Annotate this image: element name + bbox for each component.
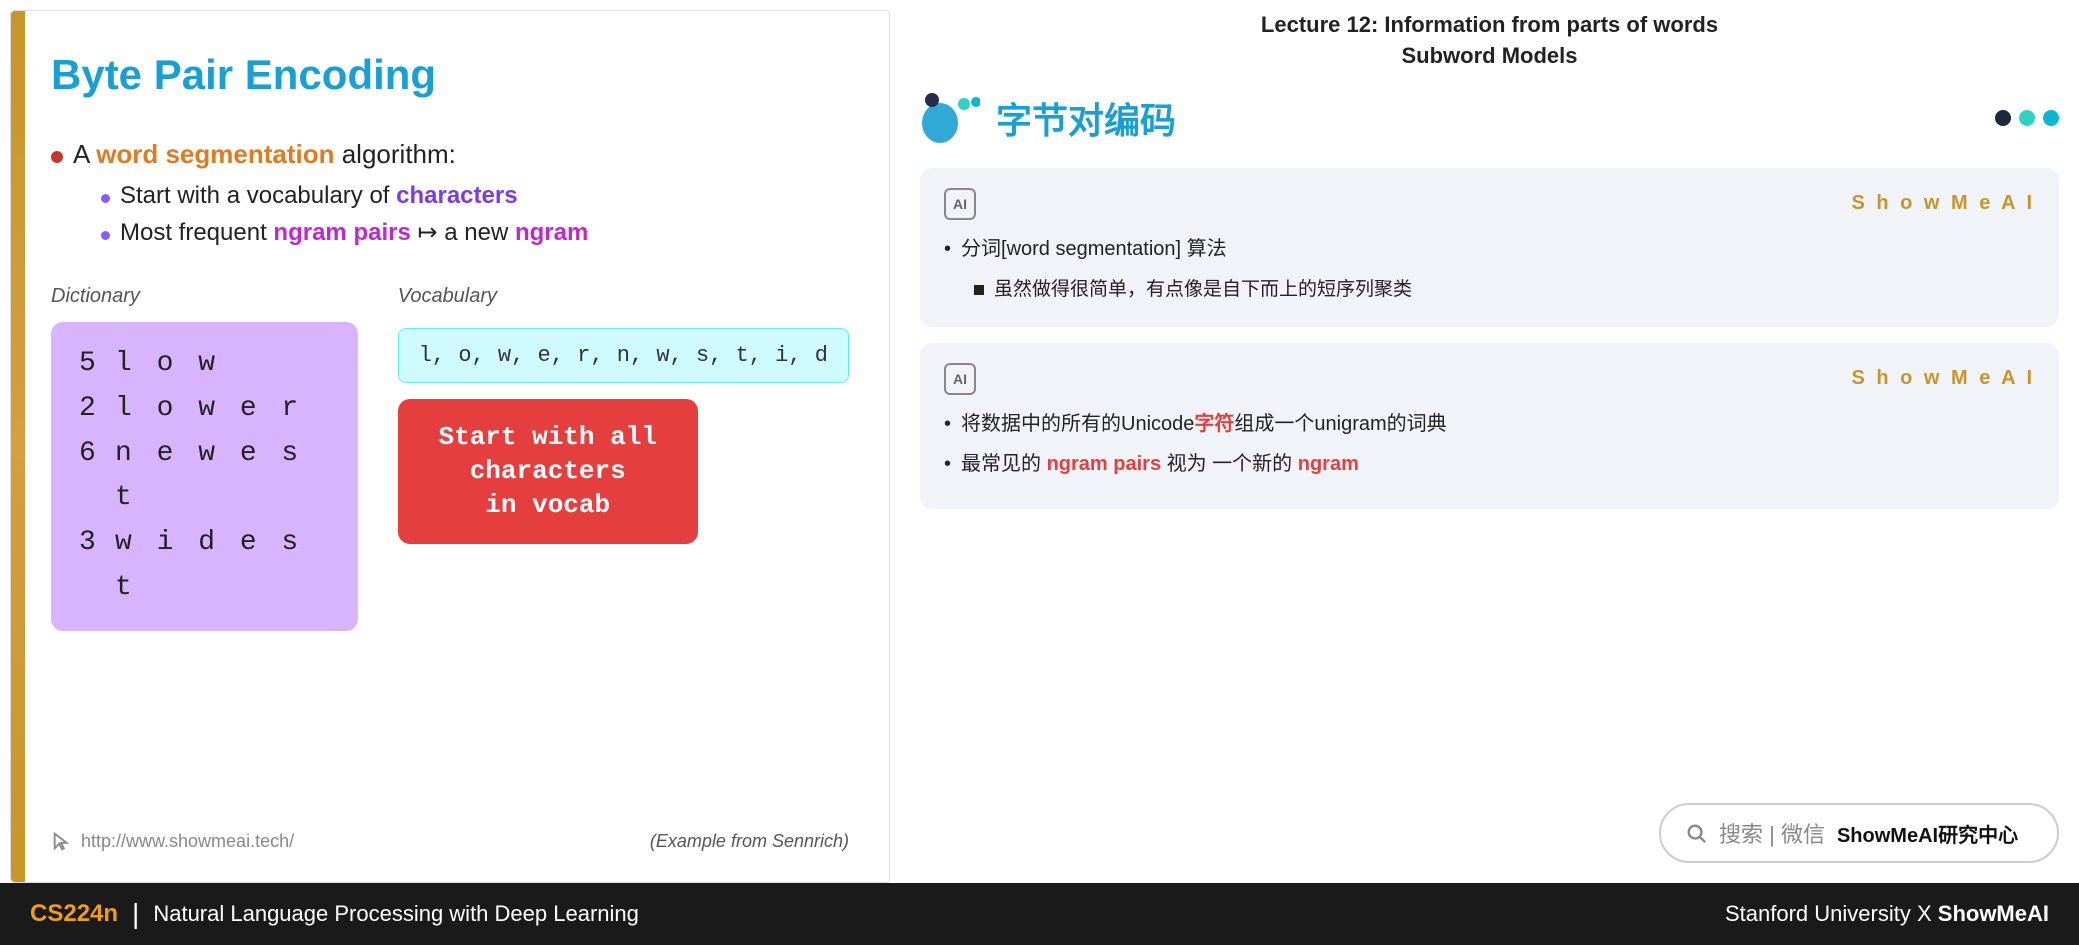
lecture-title-line1: Lecture 12: Information from parts of wo… [1261, 12, 1718, 37]
dict-num-3: 6 [79, 432, 99, 522]
word-seg-highlight: word segmentation [96, 139, 334, 169]
card-1-square-bullet [974, 285, 984, 295]
dict-table: 5 l o w 2 l o w e r 6 n e w e s t 3 [79, 342, 330, 611]
card-1-bullet-1: • 分词[word segmentation] 算法 [944, 234, 2035, 264]
vocab-label: Vocabulary [398, 285, 849, 308]
start-vocab-button: Start with all charactersin vocab [398, 399, 698, 544]
card2-ngram-pairs-highlight: ngram pairs [1047, 453, 1161, 475]
examples-area: Dictionary 5 l o w 2 l o w e r 6 [51, 285, 849, 631]
dict-word-2: l o w e r [115, 387, 302, 432]
ngram-highlight: ngram [515, 219, 588, 246]
card-1-bullet-dot: • [944, 234, 951, 264]
dict-label: Dictionary [51, 285, 358, 308]
search-icon [1685, 822, 1707, 844]
card2-ngram-highlight: ngram [1298, 453, 1359, 475]
card-1-sub-1-text: 虽然做得很简单，有点像是自下而上的短序列聚类 [994, 274, 1412, 301]
search-bar[interactable]: 搜索 | 微信 ShowMeAI研究中心 [1659, 803, 2059, 863]
dots-row [1995, 110, 2059, 126]
dict-word-3: n e w e s t [115, 432, 330, 522]
dot-3 [2043, 110, 2059, 126]
bottom-subtitle: Natural Language Processing with Deep Le… [153, 901, 639, 927]
card-1: AI S h o w M e A I • 分词[word segmentatio… [920, 168, 2059, 327]
lecture-title-line2: Subword Models [1402, 43, 1578, 68]
dict-word-1: l o w [115, 342, 219, 387]
main-bullet: A word segmentation algorithm: [51, 139, 849, 170]
dict-row-3: 6 n e w e s t [79, 432, 330, 522]
bullet-dot [51, 151, 63, 163]
card-1-sub-1: 虽然做得很简单，有点像是自下而上的短序列聚类 [974, 274, 2035, 301]
main-bullet-text: A word segmentation algorithm: [73, 139, 456, 170]
dict-num-2: 2 [79, 387, 99, 432]
chinese-title-row: 字节对编码 [920, 88, 2059, 148]
card-1-ai-icon: AI [944, 188, 976, 220]
chinese-title: 字节对编码 [996, 92, 1176, 144]
sub-bullet-dot-2 [101, 231, 110, 240]
sub-bullet-dot-1 [101, 194, 110, 203]
dot-1 [1995, 110, 2011, 126]
card-1-brand: S h o w M e A I [1851, 192, 2035, 215]
cs224n-label: CS224n [30, 900, 118, 928]
card-2-bullet-1: • 将数据中的所有的Unicode字符组成一个unigram的词典 [944, 409, 2035, 439]
card-2-bullet-1-text: 将数据中的所有的Unicode字符组成一个unigram的词典 [961, 409, 1447, 439]
stanford-text: Stanford University [1725, 901, 1911, 926]
bottom-right: Stanford University X ShowMeAI [1725, 901, 2049, 927]
slide-left-bar [11, 11, 25, 882]
dict-num-1: 5 [79, 342, 99, 387]
dict-row-1: 5 l o w [79, 342, 330, 387]
card-2-ai-label: AI [953, 371, 967, 387]
characters-highlight: characters [396, 182, 517, 209]
slide-panel: Byte Pair Encoding A word segmentation a… [10, 10, 890, 883]
ngram-pairs-highlight: ngram pairs [273, 219, 410, 246]
card-1-bullet-1-text: 分词[word segmentation] 算法 [961, 234, 1227, 264]
card-1-ai-label: AI [953, 196, 967, 212]
card-2-bullet-2-text: 最常见的 ngram pairs 视为 一个新的 ngram [961, 449, 1359, 479]
dict-word-4: w i d e s t [115, 521, 330, 611]
x-separator: X [1917, 901, 1938, 926]
vocab-chars-box: l, o, w, e, r, n, w, s, t, i, d [398, 328, 849, 383]
sub-bullet-2: Most frequent ngram pairs ↦ a new ngram [101, 218, 849, 247]
sub-bullets: Start with a vocabulary of characters Mo… [101, 182, 849, 255]
dict-row-2: 2 l o w e r [79, 387, 330, 432]
bottom-divider: | [132, 898, 139, 930]
lecture-title: Lecture 12: Information from parts of wo… [920, 10, 2059, 72]
sub-bullet-2-text: Most frequent ngram pairs ↦ a new ngram [120, 218, 588, 247]
card-1-header: AI S h o w M e A I [944, 188, 2035, 220]
sub-bullet-1-text: Start with a vocabulary of characters [120, 182, 518, 210]
right-panel: Lecture 12: Information from parts of wo… [900, 0, 2079, 883]
dict-row-4: 3 w i d e s t [79, 521, 330, 611]
slide-url: http://www.showmeai.tech/ [51, 830, 294, 852]
url-text: http://www.showmeai.tech/ [81, 831, 294, 852]
bottom-left: CS224n | Natural Language Processing wit… [30, 898, 639, 930]
search-divider: 搜索 | 微信 [1719, 817, 1825, 849]
slide-title: Byte Pair Encoding [51, 51, 849, 99]
slide-footer: http://www.showmeai.tech/ (Example from … [51, 810, 849, 852]
bottom-bar: CS224n | Natural Language Processing wit… [0, 883, 2079, 945]
card-2: AI S h o w M e A I • 将数据中的所有的Unicode字符组成… [920, 343, 2059, 509]
dict-section: Dictionary 5 l o w 2 l o w e r 6 [51, 285, 358, 631]
card-2-bullet-2: • 最常见的 ngram pairs 视为 一个新的 ngram [944, 449, 2035, 479]
card-2-bullet-dot-2: • [944, 449, 951, 479]
search-brand: ShowMeAI研究中心 [1837, 819, 2018, 848]
card-2-brand: S h o w M e A I [1851, 367, 2035, 390]
showmeai-brand: ShowMeAI [1938, 901, 2049, 926]
zifu-highlight: 字符 [1194, 413, 1234, 435]
vocab-section: Vocabulary l, o, w, e, r, n, w, s, t, i,… [398, 285, 849, 544]
cursor-icon [51, 830, 73, 852]
example-note: (Example from Sennrich) [650, 831, 849, 852]
card-2-header: AI S h o w M e A I [944, 363, 2035, 395]
card-2-bullet-dot-1: • [944, 409, 951, 439]
sub-bullet-1: Start with a vocabulary of characters [101, 182, 849, 210]
section-icon [920, 88, 980, 148]
dict-num-4: 3 [79, 521, 99, 611]
dot-2 [2019, 110, 2035, 126]
card-2-ai-icon: AI [944, 363, 976, 395]
dict-box: 5 l o w 2 l o w e r 6 n e w e s t 3 [51, 322, 358, 631]
